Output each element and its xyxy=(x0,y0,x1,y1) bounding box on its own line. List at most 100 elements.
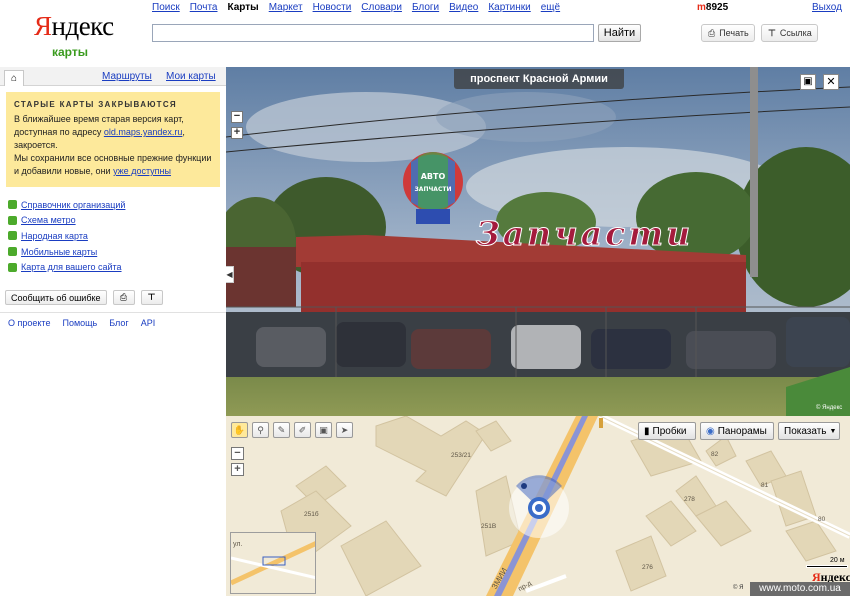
scale-bar xyxy=(806,565,848,568)
map-zoom-in-button[interactable]: + xyxy=(231,463,244,476)
sidebar-links: Справочник организаций Схема метро Народ… xyxy=(8,197,125,275)
house-number: 251В xyxy=(481,523,497,530)
traffic-label: Пробки xyxy=(652,425,687,437)
service-market[interactable]: Маркет xyxy=(269,2,303,14)
arrow-left-icon: ◀ xyxy=(226,270,233,279)
report-row: Сообщить об ошибке ⎙ ⊤ xyxy=(5,290,163,305)
sidebar-link-site-map[interactable]: Карта для вашего сайта xyxy=(8,259,125,275)
house-number: 80 xyxy=(818,516,826,523)
link-button[interactable]: ⊤ Ссылка xyxy=(761,24,818,42)
sidebar-link-label[interactable]: Мобильные карты xyxy=(21,247,97,257)
collapse-sidebar-handle[interactable]: ◀ xyxy=(226,266,234,283)
service-more[interactable]: ещё xyxy=(541,2,560,14)
search-button[interactable]: Найти xyxy=(598,24,641,42)
close-icon: ✕ xyxy=(826,76,836,88)
people-map-icon xyxy=(8,231,17,241)
site-map-icon xyxy=(8,262,17,272)
house-number: 276 xyxy=(642,564,653,571)
service-video[interactable]: Видео xyxy=(449,2,478,14)
watermark: www.moto.com.ua xyxy=(750,582,850,596)
pin-icon: ⊤ xyxy=(147,292,156,302)
user-name[interactable]: m8925 xyxy=(697,2,728,13)
notice-line: В ближайшее время старая версия карт, xyxy=(14,114,184,124)
service-news[interactable]: Новости xyxy=(313,2,352,14)
sidebar-tabs: ⌂ Маршруты Мои карты xyxy=(0,67,226,86)
panorama-title: проспект Красной Армии xyxy=(454,69,624,89)
logo-text: Яндекс xyxy=(34,11,114,41)
minimap[interactable]: ул. xyxy=(230,532,316,594)
link-label: Ссылка xyxy=(779,28,812,38)
sidebar-link-mobile[interactable]: Мобильные карты xyxy=(8,244,125,260)
show-dropdown-button[interactable]: Показать ▼ xyxy=(778,422,840,440)
report-error-button[interactable]: Сообщить об ошибке xyxy=(5,290,107,305)
service-blogs[interactable]: Блоги xyxy=(412,2,439,14)
divider xyxy=(0,312,226,313)
ruler-icon: ✎ xyxy=(277,425,286,435)
footer-link-blog[interactable]: Блог xyxy=(109,318,128,328)
sidebar-link-label[interactable]: Карта для вашего сайта xyxy=(21,262,122,272)
service-maps: Карты xyxy=(227,2,259,13)
sidebar-link-directory[interactable]: Справочник организаций xyxy=(8,197,125,213)
map-zoom-out-button[interactable]: − xyxy=(231,447,244,460)
service-mail[interactable]: Почта xyxy=(190,2,218,14)
ruler-tool[interactable]: ✎ xyxy=(273,422,290,438)
traffic-icon: ▮ xyxy=(644,425,650,437)
close-panorama-button[interactable]: ✕ xyxy=(823,74,839,90)
panorama-image[interactable]: АВТО ЗАПЧАСТИ Запчасти xyxy=(226,67,850,416)
magnifier-tool[interactable]: ⚲ xyxy=(252,422,269,438)
notice-title: СТАРЫЕ КАРТЫ ЗАКРЫВАЮТСЯ xyxy=(14,100,177,109)
sidebar-link-label[interactable]: Схема метро xyxy=(21,215,76,225)
sidebar: ⌂ Маршруты Мои карты СТАРЫЕ КАРТЫ ЗАКРЫВ… xyxy=(0,67,226,596)
sidebar-link-label[interactable]: Народная карта xyxy=(21,231,88,241)
notice-line: закроется. xyxy=(14,140,58,150)
search-input[interactable] xyxy=(152,24,594,42)
notice-line: Мы сохранили все основные прежние функци… xyxy=(14,153,212,163)
map-copyright: © Я xyxy=(733,585,744,591)
mobile-icon xyxy=(8,247,17,257)
balloon-text-bottom: ЗАПЧАСТИ xyxy=(415,186,452,193)
print-button[interactable]: ⎙ Печать xyxy=(701,24,755,42)
yandex-logo[interactable]: Яндекс карты xyxy=(34,11,114,59)
panorama-zoom-out-button[interactable]: − xyxy=(231,111,243,123)
footer-link-api[interactable]: API xyxy=(141,318,156,328)
fullscreen-icon: ▣ xyxy=(803,76,813,87)
footer-link-help[interactable]: Помощь xyxy=(62,318,97,328)
hand-tool[interactable]: ✋ xyxy=(231,422,248,438)
footer-link-about[interactable]: О проекте xyxy=(8,318,50,328)
tab-my-maps[interactable]: Мои карты xyxy=(166,71,216,82)
sidebar-print-button[interactable]: ⎙ xyxy=(112,290,135,305)
fullscreen-button[interactable]: ▣ xyxy=(800,74,816,90)
sidebar-link-metro[interactable]: Схема метро xyxy=(8,213,125,229)
service-dictionaries[interactable]: Словари xyxy=(361,2,402,14)
sidebar-link-label[interactable]: Справочник организаций xyxy=(21,200,125,210)
service-search[interactable]: Поиск xyxy=(152,2,180,14)
sidebar-link-button[interactable]: ⊤ xyxy=(140,290,163,305)
cursor-tool[interactable]: ➤ xyxy=(336,422,353,438)
traffic-button[interactable]: ▮ Пробки xyxy=(638,422,696,440)
panoramas-button[interactable]: ◉ Панорамы xyxy=(700,422,774,440)
scale-label: 20 м xyxy=(830,557,845,564)
draw-icon: ✐ xyxy=(298,425,307,435)
panorama-zoom-in-button[interactable]: + xyxy=(231,127,243,139)
balloon-text-top: АВТО xyxy=(421,172,446,181)
panorama-view[interactable]: АВТО ЗАПЧАСТИ Запчасти проспект Красной … xyxy=(226,67,850,416)
tab-routes[interactable]: Маршруты xyxy=(102,71,152,82)
map-toolbar: ✋ ⚲ ✎ ✐ ▣ ➤ xyxy=(231,422,353,438)
logout-link[interactable]: Выход xyxy=(812,2,842,13)
house-number: 253/21 xyxy=(451,452,471,459)
old-maps-link[interactable]: old.maps.yandex.ru xyxy=(104,127,183,137)
show-label: Показать xyxy=(784,425,827,437)
printer-icon: ⎙ xyxy=(119,292,128,302)
layers-icon: ▣ xyxy=(319,425,328,435)
sidebar-link-people-map[interactable]: Народная карта xyxy=(8,228,125,244)
draw-tool[interactable]: ✐ xyxy=(294,422,311,438)
print-label: Печать xyxy=(719,28,749,38)
new-maps-link[interactable]: уже доступны xyxy=(113,166,171,176)
layers-tool[interactable]: ▣ xyxy=(315,422,332,438)
service-images[interactable]: Картинки xyxy=(488,2,530,14)
map-canvas[interactable] xyxy=(226,416,850,596)
house-number: 278 xyxy=(684,496,695,503)
map-view[interactable]: 253/21 251б 251В 82 278 81 80 276 ЗМИИ п… xyxy=(226,416,850,596)
home-tab[interactable]: ⌂ xyxy=(4,70,24,86)
chevron-down-icon: ▼ xyxy=(829,427,837,435)
